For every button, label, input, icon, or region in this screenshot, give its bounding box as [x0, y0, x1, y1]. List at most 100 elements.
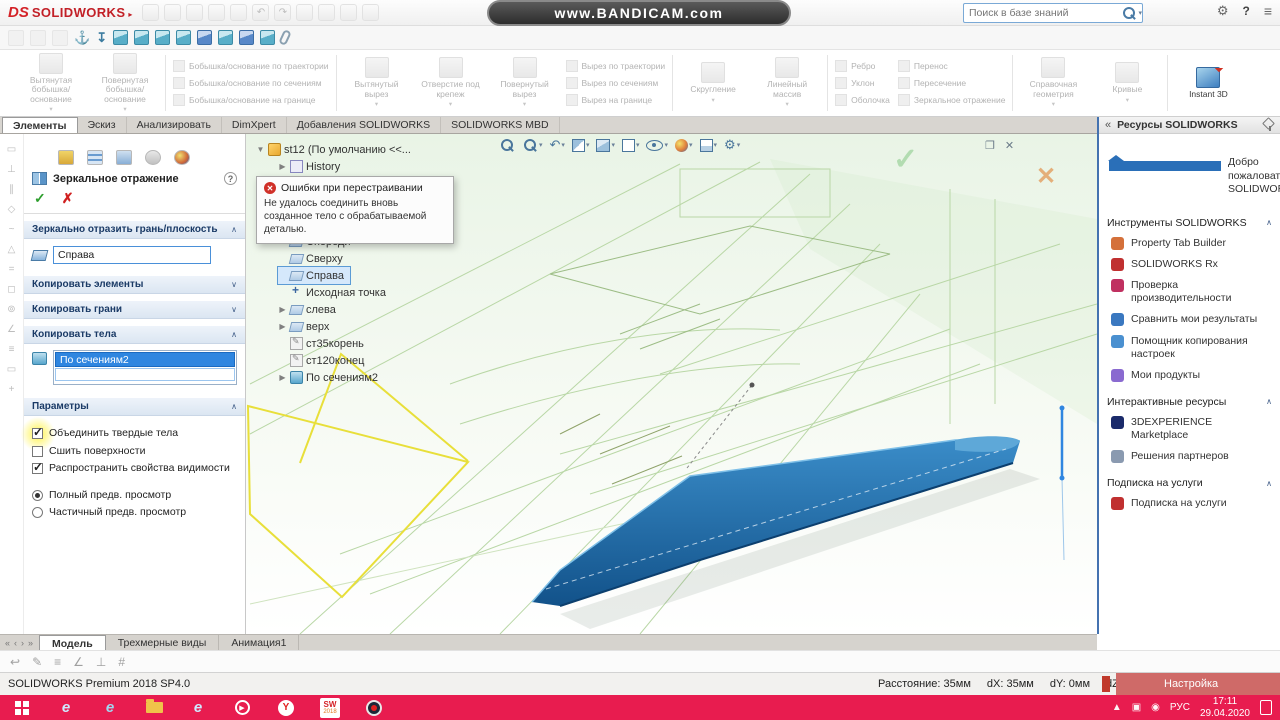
lofted-cut-button[interactable]: Вырез по сечениям	[565, 77, 666, 89]
section-copy-features[interactable]: Копировать элементы ∨	[24, 275, 245, 294]
revolved-boss-button[interactable]: Повернутая бобышка/основание ▾	[92, 52, 158, 114]
resource-link[interactable]: Проверка производительности	[1111, 279, 1272, 305]
command-tab[interactable]: Эскиз	[78, 117, 127, 133]
search-input[interactable]	[964, 7, 1123, 19]
close-icon[interactable]: ✕	[1005, 139, 1014, 152]
rail-icon[interactable]: ◻	[7, 284, 15, 295]
extruded-cut-button[interactable]: Вытянутый вырез ▾	[344, 57, 410, 108]
section-online-resources[interactable]: Интерактивные ресурсы ∧	[1107, 396, 1272, 408]
intersect-button[interactable]: Пересечение	[897, 77, 1006, 89]
revolved-cut-button[interactable]: Повернутый вырез ▾	[492, 57, 558, 108]
perpendicular-tool-icon[interactable]: ⊥	[96, 655, 106, 669]
tree-item[interactable]: ст120конец	[278, 352, 364, 369]
edit-appearance-icon[interactable]: ▾	[675, 138, 693, 152]
command-tab[interactable]: Элементы	[2, 117, 78, 133]
expand-arrow-icon[interactable]: ▶	[278, 373, 287, 382]
checkbox-row[interactable]: Сшить поверхности	[32, 445, 232, 458]
wing-body[interactable]	[531, 436, 1021, 607]
action-center-icon[interactable]	[1260, 700, 1272, 715]
tree-item[interactable]: ▼ st12 (По умолчанию <<...	[256, 141, 411, 158]
command-tab[interactable]: Добавления SOLIDWORKS	[287, 117, 442, 133]
taskbar-browser[interactable]: e	[176, 695, 220, 720]
cube-right-icon[interactable]	[176, 30, 192, 45]
rail-icon[interactable]: ▭	[7, 364, 16, 375]
rail-icon[interactable]: ~	[9, 224, 15, 235]
highlighted-sketch[interactable]	[246, 352, 470, 599]
select-icon[interactable]	[296, 4, 314, 21]
swept-cut-button[interactable]: Вырез по траектории	[565, 60, 665, 72]
checkbox-icon[interactable]	[32, 425, 43, 439]
zoom-fit-icon[interactable]	[500, 138, 516, 153]
radio-row[interactable]: Частичный предв. просмотр	[32, 506, 232, 519]
rebuild-icon[interactable]	[318, 4, 336, 21]
pin-icon[interactable]	[1264, 119, 1274, 131]
radio-icon[interactable]	[32, 507, 43, 519]
menu-icon[interactable]: ≡	[1264, 3, 1272, 19]
expand-arrow-icon[interactable]: ▶	[278, 305, 287, 314]
checkbox-row[interactable]: Распространить свойства видимости	[32, 460, 232, 475]
extruded-boss-button[interactable]: Вытянутая бобышка/основание ▾	[18, 52, 84, 114]
expand-arrow-icon[interactable]: ▶	[278, 162, 287, 171]
section-view-icon[interactable]: ▾	[571, 138, 589, 152]
cube-left-icon[interactable]	[155, 30, 171, 45]
welcome-link[interactable]: Добро пожаловать в SOLIDWORKS	[1108, 155, 1280, 197]
radio-row[interactable]: Полный предв. просмотр	[32, 489, 232, 502]
section-copy-bodies[interactable]: Копировать тела ∧	[24, 325, 245, 344]
search-dropdown-icon[interactable]: ▾	[1138, 9, 1142, 17]
section-subscription[interactable]: Подписка на услуги ∧	[1107, 477, 1272, 489]
empty-selection-slot[interactable]	[55, 368, 235, 381]
hidden-icons-icon[interactable]: ▲	[1112, 702, 1122, 713]
tree-item[interactable]: ▶ По сечениям2	[278, 369, 378, 386]
snap-icon[interactable]	[52, 29, 68, 46]
resource-link[interactable]: Сравнить мои результаты	[1111, 313, 1272, 327]
bodies-listbox[interactable]: По сечениям2	[53, 350, 237, 385]
checkbox-icon[interactable]	[32, 445, 43, 457]
apps-icon[interactable]: ⚙	[1217, 3, 1229, 19]
tree-item[interactable]: Справа	[277, 266, 351, 285]
help-circle-icon[interactable]: ?	[224, 172, 237, 185]
taskbar-edge[interactable]: e	[88, 695, 132, 720]
collapse-panel-icon[interactable]: «	[1105, 119, 1111, 131]
list-tool-icon[interactable]: ≡	[54, 655, 61, 669]
first-tab-icon[interactable]: «	[5, 638, 10, 648]
start-button[interactable]	[0, 695, 44, 720]
tree-item[interactable]: ▶ слева	[278, 301, 335, 318]
redo-icon[interactable]: ↷	[274, 4, 292, 21]
display-style-icon[interactable]: ▾	[621, 138, 639, 152]
taskbar-ie[interactable]: e	[44, 695, 88, 720]
boundary-cut-button[interactable]: Вырез на границе	[565, 94, 666, 106]
save-icon[interactable]	[186, 4, 204, 21]
expand-arrow-icon[interactable]: ▶	[278, 322, 287, 331]
search-icon[interactable]	[1122, 6, 1136, 20]
resource-link[interactable]: SOLIDWORKS Rx	[1111, 258, 1272, 272]
taskbar-explorer[interactable]	[132, 695, 176, 720]
layout-icon[interactable]	[8, 29, 24, 46]
next-tab-icon[interactable]: ›	[21, 638, 24, 648]
rail-icon[interactable]: ◇	[8, 204, 16, 215]
command-tab[interactable]: SOLIDWORKS MBD	[441, 117, 560, 133]
rib-button[interactable]: Ребро	[835, 60, 890, 72]
cube-back-icon[interactable]	[134, 30, 150, 45]
cancel-icon[interactable]: ✗	[62, 190, 74, 207]
expand-arrow-icon[interactable]: ▼	[256, 145, 265, 154]
tree-item[interactable]: ▶ верх	[278, 318, 329, 335]
grid-tool-icon[interactable]: #	[118, 655, 125, 669]
view-settings-icon[interactable]: ⚙ ▾	[724, 137, 740, 153]
fillet-button[interactable]: Скругление ▾	[680, 62, 746, 104]
draft-button[interactable]: Уклон	[835, 77, 890, 89]
ok-icon[interactable]: ✓	[34, 190, 46, 207]
radio-icon[interactable]	[32, 489, 43, 501]
selected-body-item[interactable]: По сечениям2	[55, 352, 235, 367]
propertymanager-tab-icon[interactable]	[87, 150, 103, 165]
section-sw-tools[interactable]: Инструменты SOLIDWORKS ∧	[1107, 217, 1272, 229]
instant3d-button[interactable]: Instant 3D	[1175, 66, 1241, 100]
taskbar-player[interactable]: ▶	[220, 695, 264, 720]
hide-show-items-icon[interactable]: ▾	[646, 139, 668, 151]
open-icon[interactable]	[164, 4, 182, 21]
resource-link[interactable]: Мои продукты	[1111, 368, 1272, 382]
checkbox-icon[interactable]	[32, 460, 43, 475]
language-indicator[interactable]: РУС	[1170, 702, 1190, 713]
rail-icon[interactable]: +	[9, 384, 15, 395]
rail-icon[interactable]: ▭	[7, 144, 16, 155]
selected-edge[interactable]	[1059, 405, 1065, 561]
